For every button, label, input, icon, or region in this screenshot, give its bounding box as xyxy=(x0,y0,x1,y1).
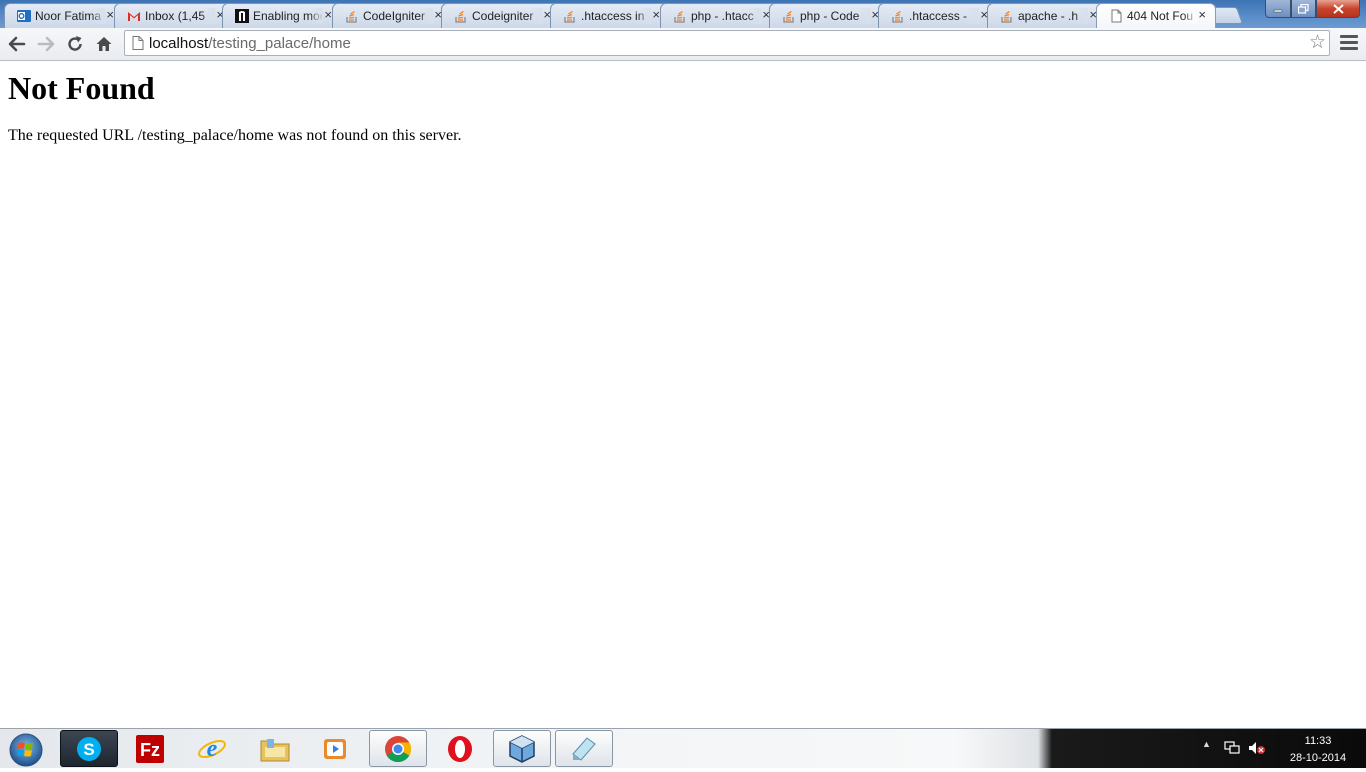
url-host: localhost xyxy=(149,35,209,52)
tab-title: apache - .h xyxy=(1018,8,1088,24)
filezilla-icon: Fz xyxy=(136,734,164,763)
tab-htaccess-1[interactable]: .htaccess in × xyxy=(550,3,670,28)
notepad-icon xyxy=(572,736,596,761)
tab-gmail[interactable]: Inbox (1,45 × xyxy=(114,3,234,28)
tab-title: CodeIgniter xyxy=(363,8,433,24)
reload-icon xyxy=(68,36,82,51)
forward-arrow-icon xyxy=(37,36,55,52)
svg-text:Fz: Fz xyxy=(140,740,160,760)
clock-date[interactable]: 28-10-2014 xyxy=(1280,751,1356,765)
taskbar-media-player[interactable] xyxy=(307,730,365,767)
tab-apache[interactable]: apache - .h × xyxy=(987,3,1107,28)
tab-codeigniter-1[interactable]: CodeIgniter × xyxy=(332,3,452,28)
restore-icon xyxy=(1298,3,1309,14)
tab-title: Inbox (1,45 xyxy=(145,8,215,24)
chrome-menu-icon[interactable] xyxy=(1340,35,1358,51)
page-icon xyxy=(132,36,144,50)
show-hidden-icons[interactable]: ▲ xyxy=(1202,739,1211,749)
volume-muted-icon[interactable] xyxy=(1248,741,1266,755)
bookmark-icon xyxy=(235,9,249,23)
close-tab-icon[interactable]: × xyxy=(106,7,114,23)
tab-title: php - Code xyxy=(800,8,870,24)
tab-title: 404 Not Fou xyxy=(1127,8,1197,24)
stackoverflow-icon xyxy=(346,10,357,23)
tab-title: Codeigniter xyxy=(472,8,542,24)
bookmark-star-icon[interactable]: ☆ xyxy=(1309,33,1326,53)
tab-codeigniter-2[interactable]: Codeigniter × xyxy=(441,3,561,28)
taskbar-chrome[interactable] xyxy=(369,730,427,767)
restore-button[interactable] xyxy=(1291,0,1316,18)
opera-icon xyxy=(448,735,472,762)
address-bar[interactable]: localhost/testing_palace/home ☆ xyxy=(124,30,1330,56)
window-controls xyxy=(1265,0,1360,19)
taskbar-internet-explorer[interactable]: e xyxy=(183,730,241,767)
tab-title: Enabling mod xyxy=(253,8,323,24)
tab-title: .htaccess in xyxy=(581,8,651,24)
home-button[interactable] xyxy=(93,33,115,55)
taskbar-notepad[interactable] xyxy=(555,730,613,767)
tab-title: Noor Fatima xyxy=(35,8,105,24)
tab-htaccess-2[interactable]: .htaccess - × xyxy=(878,3,998,28)
reload-button[interactable] xyxy=(64,33,86,55)
taskbar-opera[interactable] xyxy=(431,730,489,767)
stackoverflow-icon xyxy=(564,10,575,23)
gmail-icon xyxy=(128,12,140,21)
minimize-icon xyxy=(1273,9,1283,12)
page-content: Not Found The requested URL /testing_pal… xyxy=(0,61,1366,728)
taskbar-filezilla[interactable]: Fz xyxy=(121,730,179,767)
stackoverflow-icon xyxy=(892,10,903,23)
skype-icon: S xyxy=(77,736,101,761)
back-button[interactable] xyxy=(6,33,28,55)
media-player-icon xyxy=(324,738,346,759)
start-button[interactable] xyxy=(4,731,44,767)
svg-text:S: S xyxy=(83,740,94,759)
forward-button[interactable] xyxy=(35,33,57,55)
chrome-icon xyxy=(385,735,412,762)
network-icon[interactable] xyxy=(1224,741,1240,755)
tab-404-not-found[interactable]: 404 Not Fou × xyxy=(1096,3,1216,28)
taskbar-skype[interactable]: S xyxy=(60,730,118,767)
windows-start-icon xyxy=(9,733,43,767)
windows-taskbar: S Fz e ▲ 11:33 28-10-2014 xyxy=(0,728,1366,768)
minimize-button[interactable] xyxy=(1265,0,1291,18)
taskbar-virtualbox[interactable] xyxy=(493,730,551,767)
home-icon xyxy=(96,37,112,51)
page-icon xyxy=(1111,9,1122,23)
tab-strip: Noor Fatima × Inbox (1,45 × Enabling mod… xyxy=(0,0,1366,28)
system-tray: ▲ 11:33 28-10-2014 xyxy=(1198,729,1366,769)
tab-enabling[interactable]: Enabling mod × xyxy=(222,3,342,28)
tab-title: .htaccess - xyxy=(909,8,979,24)
folder-icon xyxy=(260,738,290,761)
close-window-button[interactable] xyxy=(1316,0,1360,18)
close-icon xyxy=(1332,3,1344,14)
svg-text:e: e xyxy=(207,736,218,762)
page-heading: Not Found xyxy=(8,70,155,106)
close-tab-icon[interactable]: × xyxy=(652,7,660,23)
tab-title: php - .htacc xyxy=(691,8,761,24)
url-path: /testing_palace/home xyxy=(208,35,351,52)
stackoverflow-icon xyxy=(1001,10,1012,23)
close-tab-icon[interactable]: × xyxy=(1198,7,1206,23)
url-text[interactable]: localhost/testing_palace/home xyxy=(149,35,351,53)
stackoverflow-icon xyxy=(783,10,794,23)
stackoverflow-icon xyxy=(674,10,685,23)
tab-php-code[interactable]: php - Code × xyxy=(769,3,889,28)
stackoverflow-icon xyxy=(455,10,466,23)
virtualbox-icon xyxy=(509,734,535,763)
clock-time[interactable]: 11:33 xyxy=(1280,734,1356,748)
error-message: The requested URL /testing_palace/home w… xyxy=(8,127,462,144)
close-tab-icon[interactable]: × xyxy=(324,7,332,23)
back-arrow-icon xyxy=(8,36,26,52)
taskbar-windows-explorer[interactable] xyxy=(246,730,304,767)
tab-php-htaccess[interactable]: php - .htacc × xyxy=(660,3,780,28)
outlook-icon xyxy=(17,10,31,22)
internet-explorer-icon: e xyxy=(198,736,226,762)
tab-outlook[interactable]: Noor Fatima × xyxy=(4,3,124,28)
